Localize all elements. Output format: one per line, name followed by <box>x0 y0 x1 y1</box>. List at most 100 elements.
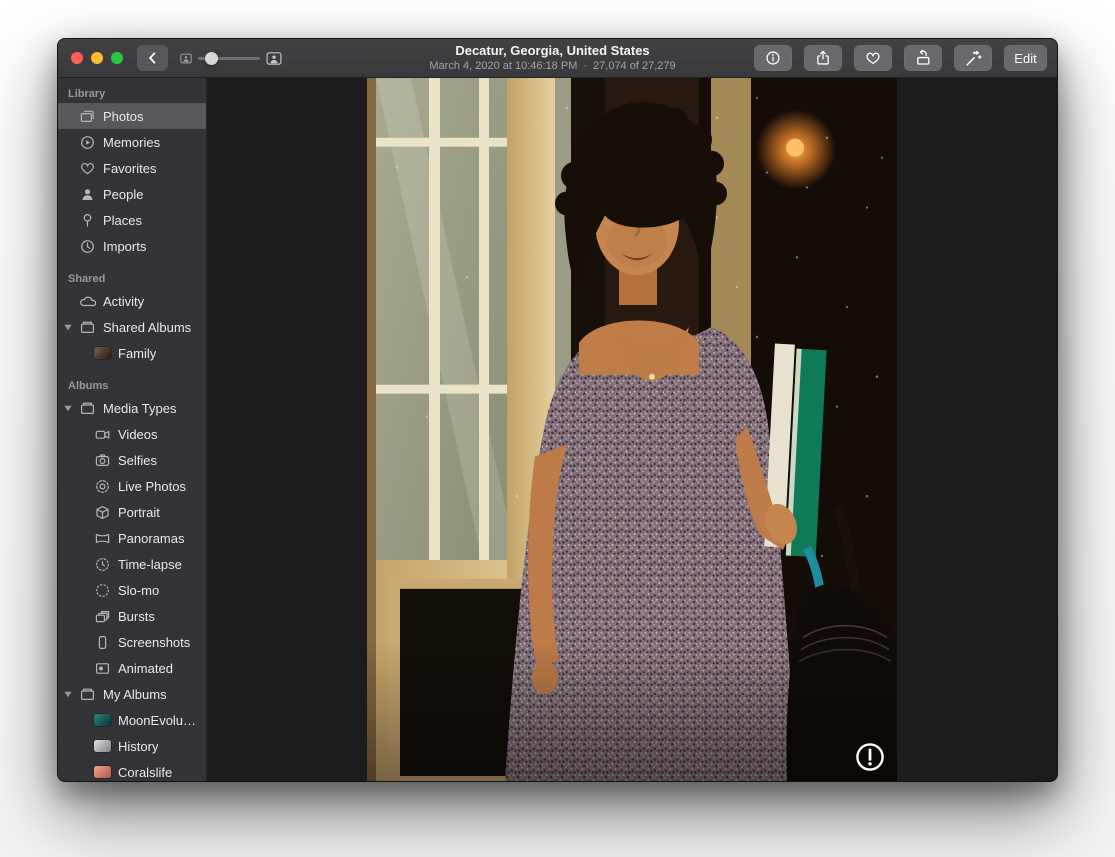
photo-date-counter: March 4, 2020 at 10:46:18 PM · 27,074 of 2… <box>358 60 747 74</box>
sidebar-section-header-albums: Albums <box>58 380 206 395</box>
disclosure-triangle-icon[interactable] <box>63 689 73 699</box>
pin-icon <box>79 212 96 229</box>
photos-icon <box>79 108 96 125</box>
sidebar-item-moonevolu[interactable]: MoonEvolu… <box>58 707 206 733</box>
sidebar-item-videos[interactable]: Videos <box>58 421 206 447</box>
album-thumbnail <box>94 714 111 726</box>
time-lapse-icon <box>94 556 111 573</box>
photo-counter: 27,074 of 27,279 <box>593 60 676 72</box>
sidebar-section-header-library: Library <box>58 88 206 103</box>
zoom-slider-thumb[interactable] <box>205 52 218 65</box>
titlebar-info: Decatur, Georgia, United States March 4,… <box>358 43 747 74</box>
sidebar-item-favorites[interactable]: Favorites <box>58 155 206 181</box>
favorite-button[interactable] <box>854 45 892 71</box>
titlebar: Decatur, Georgia, United States March 4,… <box>58 39 1057 78</box>
sidebar-item-label: History <box>118 739 158 754</box>
sidebar-item-label: Videos <box>118 427 158 442</box>
sidebar-item-label: Favorites <box>103 161 156 176</box>
sidebar-item-coralslife[interactable]: Coralslife <box>58 759 206 781</box>
rotate-icon <box>914 49 933 68</box>
panorama-icon <box>94 530 111 547</box>
album-stack-icon <box>79 400 96 417</box>
sidebar-item-panoramas[interactable]: Panoramas <box>58 525 206 551</box>
disclosure-triangle-icon[interactable] <box>63 403 73 413</box>
sidebar-item-screenshots[interactable]: Screenshots <box>58 629 206 655</box>
info-button[interactable] <box>754 45 792 71</box>
close-button[interactable] <box>71 52 83 64</box>
album-stack-icon <box>79 686 96 703</box>
bursts-icon <box>94 608 111 625</box>
sidebar-item-label: My Albums <box>103 687 167 702</box>
share-button[interactable] <box>804 45 842 71</box>
sidebar-item-label: MoonEvolu… <box>118 713 196 728</box>
sidebar-item-history[interactable]: History <box>58 733 206 759</box>
sidebar: Library Photos Memories Favorites PeoplePlac… <box>58 78 207 781</box>
separator-dot: · <box>583 60 587 72</box>
sidebar-item-label: Memories <box>103 135 160 150</box>
share-icon <box>814 49 832 67</box>
thumbnail-zoom-control <box>180 47 282 69</box>
sidebar-item-label: Activity <box>103 294 144 309</box>
toolbar: Edit <box>754 45 1047 71</box>
chevron-left-icon <box>144 49 162 67</box>
sidebar-item-label: Media Types <box>103 401 176 416</box>
sidebar-item-photos[interactable]: Photos <box>58 103 206 129</box>
sidebar-item-slo-mo[interactable]: Slo-mo <box>58 577 206 603</box>
sidebar-item-time-lapse[interactable]: Time-lapse <box>58 551 206 577</box>
sidebar-item-media-types[interactable]: Media Types <box>58 395 206 421</box>
sidebar-item-my-albums[interactable]: My Albums <box>58 681 206 707</box>
sidebar-item-label: Time-lapse <box>118 557 182 572</box>
cloud-icon <box>79 293 96 310</box>
small-photo-icon <box>180 53 192 64</box>
sidebar-item-family[interactable]: Family <box>58 340 206 366</box>
sidebar-item-label: Animated <box>118 661 173 676</box>
live-photo-icon <box>94 478 111 495</box>
sidebar-section-header-shared: Shared <box>58 273 206 288</box>
back-button[interactable] <box>137 45 168 71</box>
photos-app-window: Decatur, Georgia, United States March 4,… <box>57 38 1058 782</box>
sidebar-item-activity[interactable]: Activity <box>58 288 206 314</box>
sync-error-icon[interactable] <box>854 741 886 773</box>
photo-location-title: Decatur, Georgia, United States <box>358 43 747 59</box>
sidebar-item-label: Photos <box>103 109 143 124</box>
screenshots-icon <box>94 634 111 651</box>
sidebar-item-imports[interactable]: Imports <box>58 233 206 259</box>
fullscreen-button[interactable] <box>111 52 123 64</box>
sidebar-item-label: Slo-mo <box>118 583 159 598</box>
window-controls <box>71 52 123 64</box>
sidebar-item-live-photos[interactable]: Live Photos <box>58 473 206 499</box>
photo-datetime: March 4, 2020 at 10:46:18 PM <box>429 60 577 72</box>
minimize-button[interactable] <box>91 52 103 64</box>
sidebar-item-bursts[interactable]: Bursts <box>58 603 206 629</box>
sidebar-item-label: Screenshots <box>118 635 190 650</box>
sidebar-item-people[interactable]: People <box>58 181 206 207</box>
video-icon <box>94 426 111 443</box>
album-thumbnail <box>94 740 111 752</box>
photo-detail[interactable] <box>367 78 897 781</box>
sidebar-item-animated[interactable]: Animated <box>58 655 206 681</box>
sidebar-item-label: Coralslife <box>118 765 172 780</box>
sidebar-item-label: Panoramas <box>118 531 184 546</box>
sidebar-item-memories[interactable]: Memories <box>58 129 206 155</box>
photo-viewer <box>207 78 1057 781</box>
sidebar-item-label: Portrait <box>118 505 160 520</box>
auto-enhance-button[interactable] <box>954 45 992 71</box>
sidebar-item-label: Imports <box>103 239 146 254</box>
sidebar-item-selfies[interactable]: Selfies <box>58 447 206 473</box>
heart-icon <box>864 49 882 67</box>
clock-icon <box>79 238 96 255</box>
zoom-slider[interactable] <box>198 57 260 60</box>
disclosure-triangle-icon[interactable] <box>63 322 73 332</box>
album-stack-icon <box>79 319 96 336</box>
photo-artwork <box>367 78 897 781</box>
window-body: Library Photos Memories Favorites PeoplePlac… <box>58 78 1057 781</box>
memories-icon <box>79 134 96 151</box>
edit-button[interactable]: Edit <box>1004 45 1047 71</box>
rotate-button[interactable] <box>904 45 942 71</box>
sidebar-item-label: Live Photos <box>118 479 186 494</box>
sidebar-item-places[interactable]: Places <box>58 207 206 233</box>
sidebar-item-portrait[interactable]: Portrait <box>58 499 206 525</box>
sidebar-item-label: Shared Albums <box>103 320 191 335</box>
desktop-background: Decatur, Georgia, United States March 4,… <box>0 0 1115 857</box>
sidebar-item-shared-albums[interactable]: Shared Albums <box>58 314 206 340</box>
